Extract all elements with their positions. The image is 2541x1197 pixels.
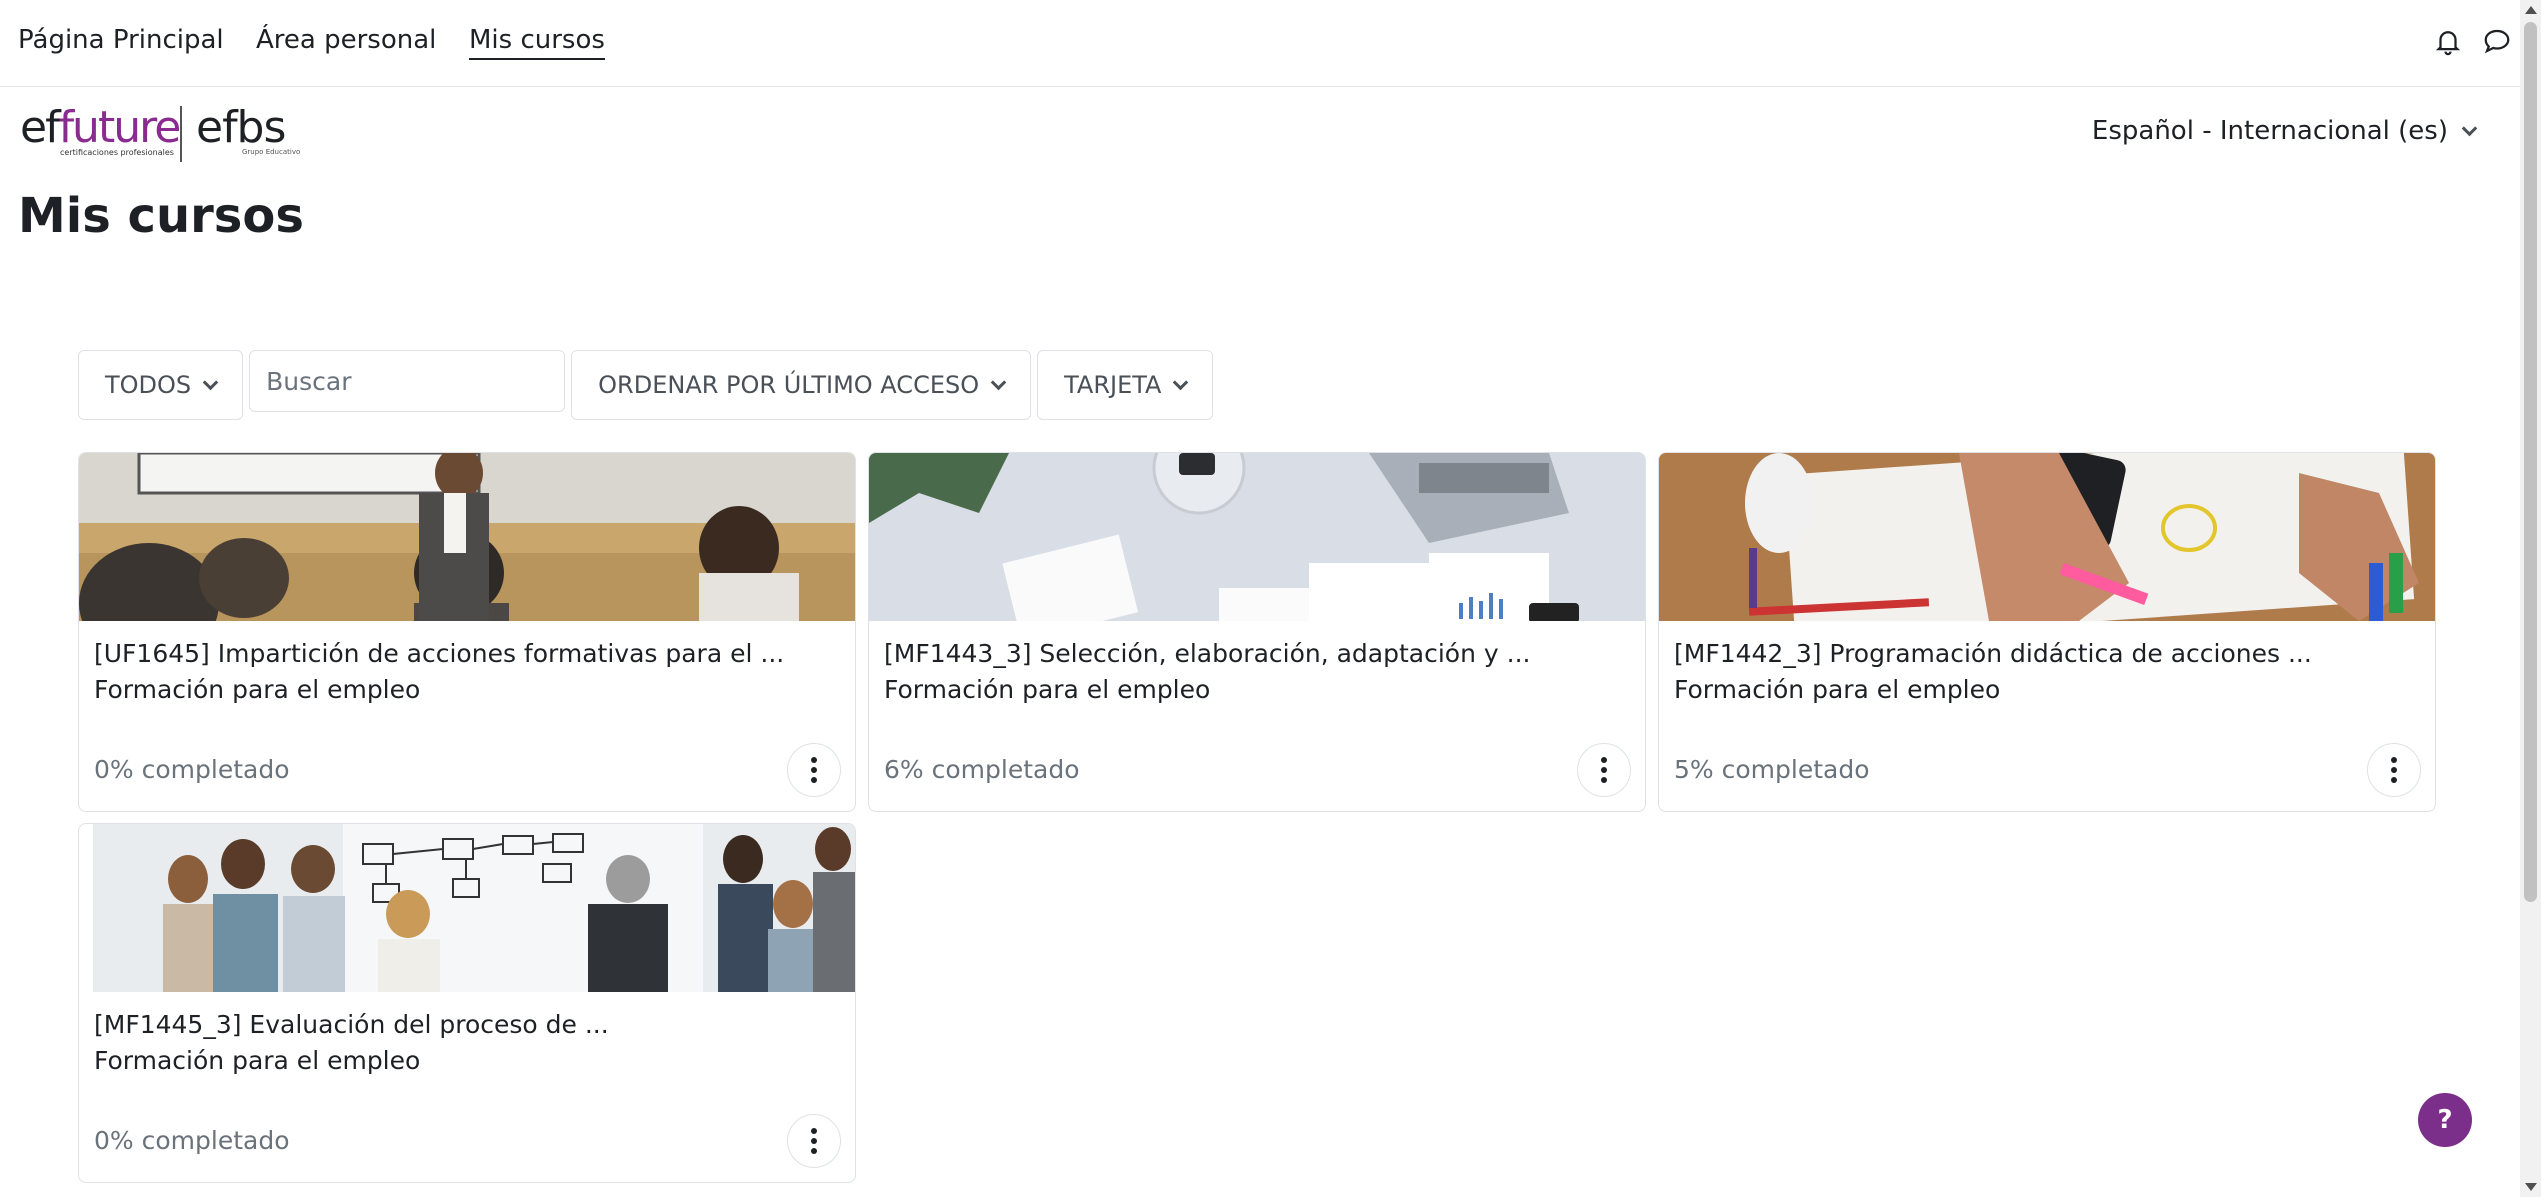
logo-tagline: certificaciones profesionales <box>60 148 174 157</box>
course-progress: 0% completado <box>94 1126 290 1155</box>
top-navigation: Página Principal Área personal Mis curso… <box>0 0 2520 87</box>
course-title[interactable]: [MF1445_3] Evaluación del proceso de ... <box>94 1010 609 1039</box>
course-actions-button[interactable] <box>787 1114 841 1168</box>
language-selector[interactable]: Español - Internacional (es) <box>2091 116 2478 146</box>
course-card[interactable]: [MF1442_3] Programación didáctica de acc… <box>1658 452 2436 812</box>
bell-icon[interactable] <box>2433 26 2463 56</box>
course-category: Formación para el empleo <box>884 675 1211 704</box>
page-scrollbar[interactable] <box>2520 0 2541 1197</box>
course-image[interactable] <box>1659 453 2435 621</box>
course-actions-button[interactable] <box>2367 743 2421 797</box>
help-button[interactable]: ? <box>2418 1093 2472 1147</box>
course-progress: 5% completado <box>1674 755 1870 784</box>
filter-label: TODOS <box>105 371 192 399</box>
course-card[interactable]: [UF1645] Impartición de acciones formati… <box>78 452 856 812</box>
scroll-down-icon[interactable] <box>2525 1183 2537 1191</box>
language-label: Español - Internacional (es) <box>2091 116 2448 146</box>
course-progress: 6% completado <box>884 755 1080 784</box>
sort-label: ORDENAR POR ÚLTIMO ACCESO <box>598 371 980 399</box>
course-progress: 0% completado <box>94 755 290 784</box>
course-actions-button[interactable] <box>1577 743 1631 797</box>
chevron-down-icon <box>1173 374 1189 390</box>
course-title[interactable]: [MF1442_3] Programación didáctica de acc… <box>1674 639 2312 668</box>
scrollbar-thumb[interactable] <box>2524 22 2537 902</box>
nav-dashboard[interactable]: Área personal <box>256 22 436 58</box>
chevron-down-icon <box>2461 120 2478 136</box>
logo-partner-tagline: Grupo Educativo <box>242 148 301 156</box>
course-image[interactable] <box>869 453 1645 621</box>
course-card[interactable]: [MF1443_3] Selección, elaboración, adapt… <box>868 452 1646 812</box>
chat-bubble-icon[interactable] <box>2482 26 2512 56</box>
filter-dropdown[interactable]: TODOS <box>78 350 244 420</box>
chevron-down-icon <box>202 374 219 390</box>
search-input[interactable] <box>249 350 566 412</box>
course-title[interactable]: [MF1443_3] Selección, elaboración, adapt… <box>884 639 1530 668</box>
view-dropdown[interactable]: TARJETA <box>1037 350 1214 420</box>
course-category: Formación para el empleo <box>94 675 421 704</box>
course-actions-button[interactable] <box>787 743 841 797</box>
site-logo[interactable]: effuture certificaciones profesionales e… <box>20 106 320 162</box>
course-category: Formación para el empleo <box>1674 675 2001 704</box>
course-title[interactable]: [UF1645] Impartición de acciones formati… <box>94 639 784 668</box>
sort-dropdown[interactable]: ORDENAR POR ÚLTIMO ACCESO <box>571 350 1032 420</box>
course-image[interactable] <box>79 453 855 621</box>
view-label: TARJETA <box>1064 371 1162 399</box>
logo-partner: efbs <box>196 102 286 153</box>
nav-my-courses[interactable]: Mis cursos <box>469 22 605 60</box>
course-card[interactable]: [MF1445_3] Evaluación del proceso de ...… <box>78 823 856 1183</box>
course-category: Formación para el empleo <box>94 1046 421 1075</box>
logo-divider <box>180 106 182 162</box>
chevron-down-icon <box>990 374 1007 390</box>
course-image[interactable] <box>93 824 855 992</box>
course-toolbar: TODOS ORDENAR POR ÚLTIMO ACCESO TARJETA <box>78 350 1214 420</box>
nav-home[interactable]: Página Principal <box>18 22 224 58</box>
scroll-up-icon[interactable] <box>2525 6 2537 14</box>
page-title: Mis cursos <box>18 188 304 244</box>
logo-brand: effuture <box>20 102 181 153</box>
